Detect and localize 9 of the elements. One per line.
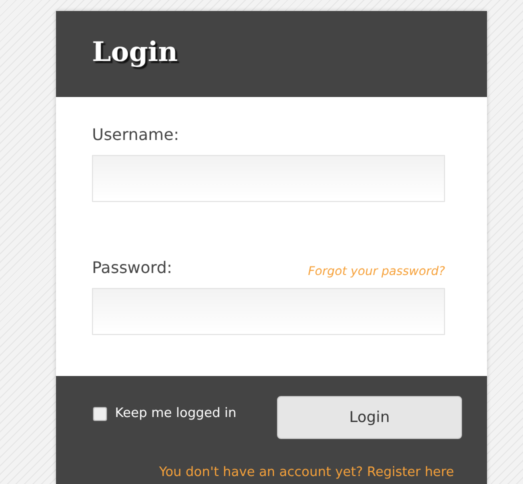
field-label: Password: [92, 257, 172, 279]
register-link[interactable]: You don't have an account yet? Register here [159, 463, 454, 482]
login-button[interactable]: Login [277, 396, 462, 439]
input-field[interactable] [92, 288, 445, 335]
remember-label: Keep me logged in [115, 405, 236, 423]
input-field[interactable] [92, 155, 445, 202]
remember-checkbox[interactable] [93, 406, 107, 421]
field-label: Username: [92, 124, 179, 146]
login-title: Login [92, 37, 178, 70]
